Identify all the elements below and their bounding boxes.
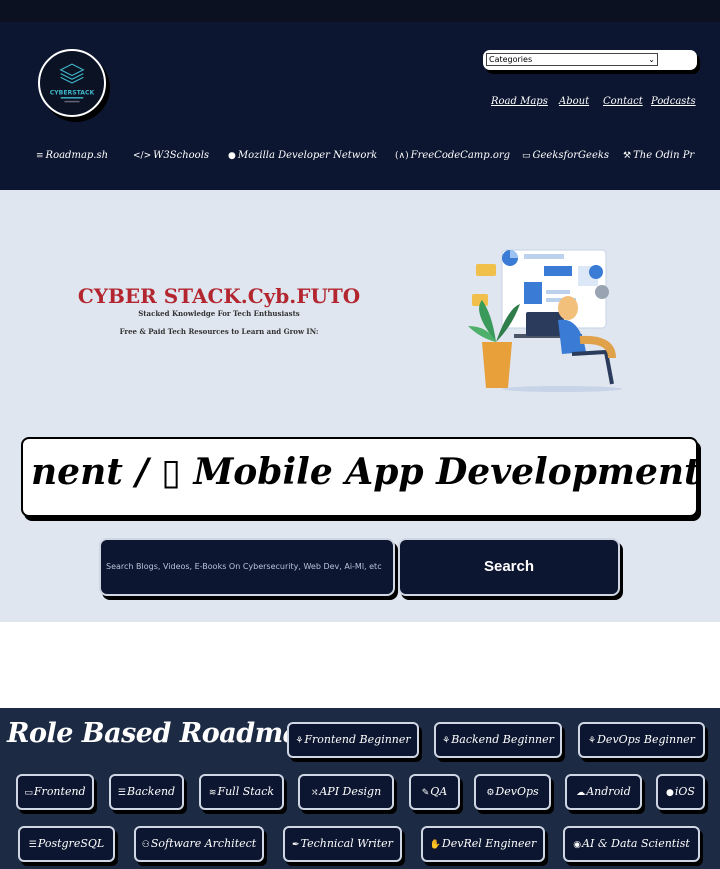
role-devops-beginner[interactable]: ⚘DevOps Beginner: [578, 722, 705, 758]
logo-text: CYBERSTACK: [50, 89, 95, 96]
categories-select[interactable]: Categories ⌄: [486, 53, 658, 66]
code-icon: </>: [133, 151, 152, 161]
fcc-icon: (∧): [395, 151, 409, 161]
desktop-icon: ▭: [24, 788, 33, 798]
feather-icon: ✒: [292, 840, 300, 850]
marquee-text: nent / ▯ Mobile App Development / ◐: [31, 451, 698, 493]
quick-link-odin[interactable]: ⚒ The Odin Pr: [623, 150, 694, 161]
hero-tagline: Free & Paid Tech Resources to Learn and …: [119, 327, 319, 336]
role-label: Android: [586, 785, 631, 798]
database-icon: ☰: [28, 840, 37, 850]
layers-icon: ≋: [208, 788, 217, 798]
quick-link-w3schools[interactable]: </> W3Schools: [133, 150, 209, 161]
nav-contact[interactable]: Contact: [603, 96, 643, 107]
role-api-design[interactable]: ⤭API Design: [298, 774, 394, 810]
chevron-down-icon: ⌄: [648, 55, 655, 64]
nav-podcasts[interactable]: Podcasts: [651, 96, 696, 107]
firefox-icon: ●: [228, 151, 236, 161]
page-title: CYBER STACK.Cyb.FUTO: [77, 284, 361, 308]
android-icon: ☁: [576, 788, 586, 798]
seedling-icon: ⚘: [295, 736, 304, 746]
role-label: DevOps: [495, 785, 539, 798]
quick-link-geeksforgeeks[interactable]: ▭ GeeksforGeeks: [522, 150, 609, 161]
role-postgresql[interactable]: ☰PostgreSQL: [18, 826, 115, 862]
search-input[interactable]: Search Blogs, Videos, E-Books On Cyberse…: [99, 538, 395, 596]
hero-subtitle: Stacked Knowledge For Tech Enthusiasts: [138, 309, 300, 318]
role-label: Backend: [126, 785, 176, 798]
role-label: AI & Data Scientist: [582, 837, 690, 850]
quick-link-label: GeeksforGeeks: [532, 150, 610, 161]
role-label: Frontend Beginner: [304, 733, 411, 746]
bars-icon: ≡: [36, 151, 44, 161]
role-label: DevOps Beginner: [597, 733, 695, 746]
role-label: QA: [430, 785, 448, 798]
role-label: Full Stack: [217, 785, 275, 798]
role-backend[interactable]: ☰Backend: [109, 774, 184, 810]
quick-link-label: W3Schools: [153, 150, 210, 161]
topics-marquee: nent / ▯ Mobile App Development / ◐: [21, 437, 698, 517]
nav-road-maps[interactable]: Road Maps: [491, 96, 548, 107]
brain-icon: ◉: [573, 840, 582, 850]
shuffle-icon: ⤭: [310, 788, 319, 798]
seedling-icon: ⚘: [588, 736, 597, 746]
search-button[interactable]: Search: [398, 538, 620, 596]
role-frontend-beginner[interactable]: ⚘Frontend Beginner: [287, 722, 419, 758]
role-devops[interactable]: ⚙DevOps: [474, 774, 551, 810]
nav-about[interactable]: About: [559, 96, 589, 107]
developer-illustration: [468, 249, 622, 392]
laptop-icon: ▭: [522, 151, 531, 161]
gears-icon: ⚙: [486, 788, 495, 798]
role-full-stack[interactable]: ≋Full Stack: [199, 774, 284, 810]
search-placeholder: Search Blogs, Videos, E-Books On Cyberse…: [106, 562, 382, 571]
quick-link-label: The Odin Pr: [633, 150, 695, 161]
role-technical-writer[interactable]: ✒Technical Writer: [283, 826, 402, 862]
role-ai-data-scientist[interactable]: ◉AI & Data Scientist: [563, 826, 700, 862]
role-label: Frontend: [33, 785, 86, 798]
quick-link-freecodecamp[interactable]: (∧) FreeCodeCamp.org: [395, 150, 510, 161]
quick-link-mdn[interactable]: ● Mozilla Developer Network: [228, 150, 377, 161]
role-label: Backend Beginner: [451, 733, 554, 746]
role-backend-beginner[interactable]: ⚘Backend Beginner: [434, 722, 562, 758]
apple-icon: ●: [666, 788, 674, 798]
role-qa[interactable]: ✎QA: [409, 774, 460, 810]
quick-link-label: Mozilla Developer Network: [237, 150, 378, 161]
top-bar: [0, 0, 720, 22]
quick-link-label: FreeCodeCamp.org: [410, 150, 511, 161]
pen-icon: ✎: [421, 788, 430, 798]
role-label: iOS: [674, 785, 695, 798]
role-ios[interactable]: ●iOS: [656, 774, 705, 810]
users-icon: ⚇: [141, 840, 150, 850]
role-label: DevRel Engineer: [441, 837, 537, 850]
role-label: Software Architect: [150, 837, 257, 850]
role-label: Technical Writer: [300, 837, 393, 850]
site-logo[interactable]: CYBERSTACK: [38, 49, 106, 117]
categories-select-value: Categories: [489, 55, 533, 64]
quick-link-roadmap[interactable]: ≡ Roadmap.sh: [36, 150, 108, 161]
role-android[interactable]: ☁Android: [565, 774, 642, 810]
handshake-icon: ✋: [429, 840, 441, 850]
role-frontend[interactable]: ▭Frontend: [16, 774, 94, 810]
role-devrel-engineer[interactable]: ✋DevRel Engineer: [421, 826, 545, 862]
server-icon: ☰: [117, 788, 126, 798]
role-label: PostgreSQL: [37, 837, 105, 850]
role-software-architect[interactable]: ⚇Software Architect: [134, 826, 264, 862]
role-label: API Design: [319, 785, 382, 798]
hammer-icon: ⚒: [623, 151, 632, 161]
quick-link-label: Roadmap.sh: [45, 150, 109, 161]
roles-title: Role Based Roadmaps: [7, 718, 333, 749]
blank-section: [0, 622, 720, 708]
seedling-icon: ⚘: [442, 736, 451, 746]
